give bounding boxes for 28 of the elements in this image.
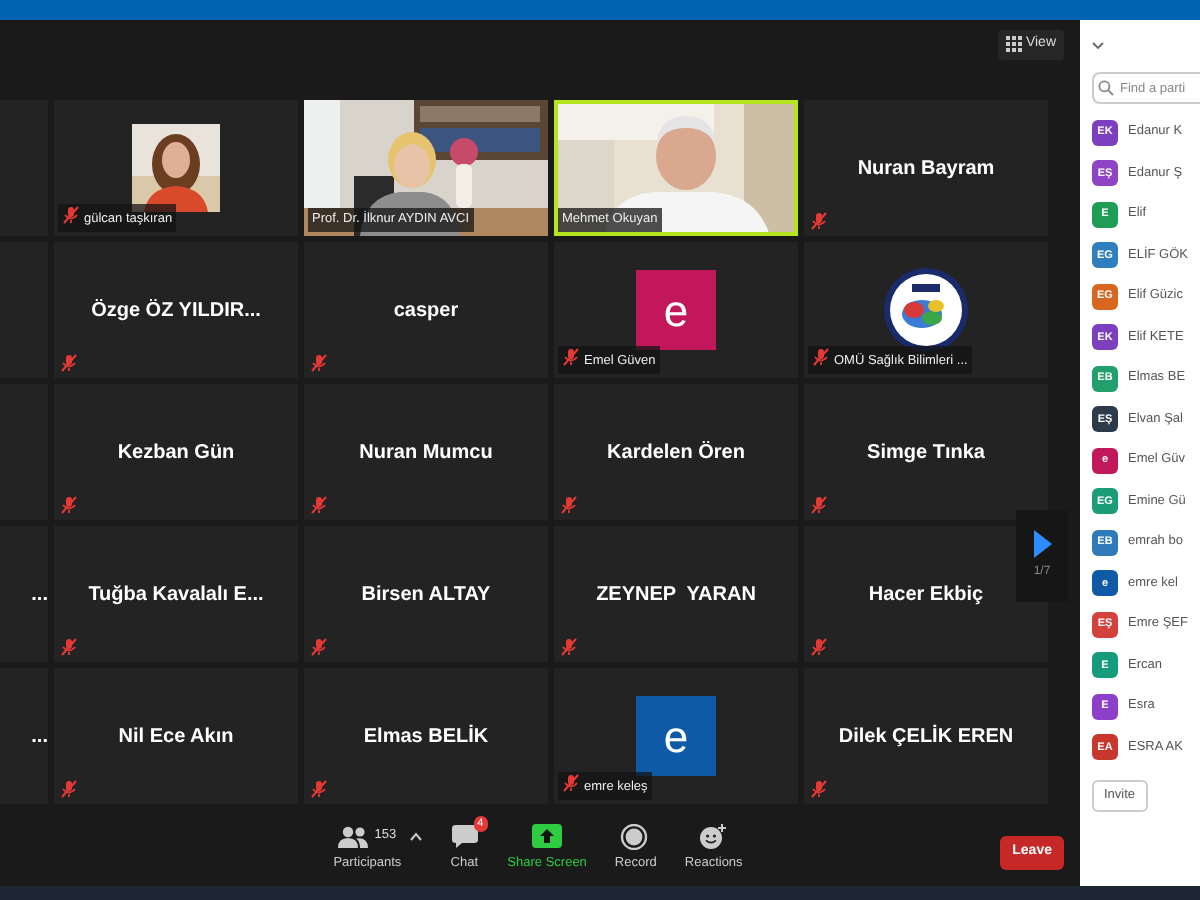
participant-name: Nuran Bayram [857, 155, 995, 183]
avatar: e [636, 696, 716, 776]
participants-icon [338, 823, 369, 850]
chat-icon [449, 823, 480, 850]
arrow-icon [1033, 530, 1051, 558]
search-icon [1098, 80, 1114, 96]
caret-icon[interactable] [409, 831, 422, 842]
participant-name: Elmas BELİK [363, 722, 489, 751]
chevron-icon[interactable] [1092, 42, 1104, 50]
participant-name: Özge ÖZ YILDIR... [91, 297, 261, 325]
participant-name: Nuran Mumcu [359, 439, 493, 467]
grid-icon [1005, 36, 1022, 53]
participant-name: Tuğba Kavalalı E... [88, 581, 264, 609]
participant-name: Birsen ALTAY [361, 581, 491, 609]
participant-name: ... [31, 581, 48, 609]
participant-name: ZEYNEP YARAN [596, 581, 756, 609]
participant-name: Nil Ece Akın [118, 723, 234, 751]
participant-name: Kezban Gün [117, 439, 235, 467]
participant-name: Hacer Ekbiç [868, 581, 984, 609]
record-icon [620, 823, 651, 850]
participant-name: Dilek ÇELİK EREN [838, 722, 1014, 751]
participant-name: casper [393, 297, 459, 325]
avatar: e [636, 270, 716, 350]
smiley-icon [698, 823, 729, 850]
participant-name: Kardelen Ören [607, 439, 745, 467]
share-screen-icon [532, 823, 563, 850]
participant-name: Simge Tınka [867, 439, 985, 467]
participant-name: ... [31, 723, 48, 751]
